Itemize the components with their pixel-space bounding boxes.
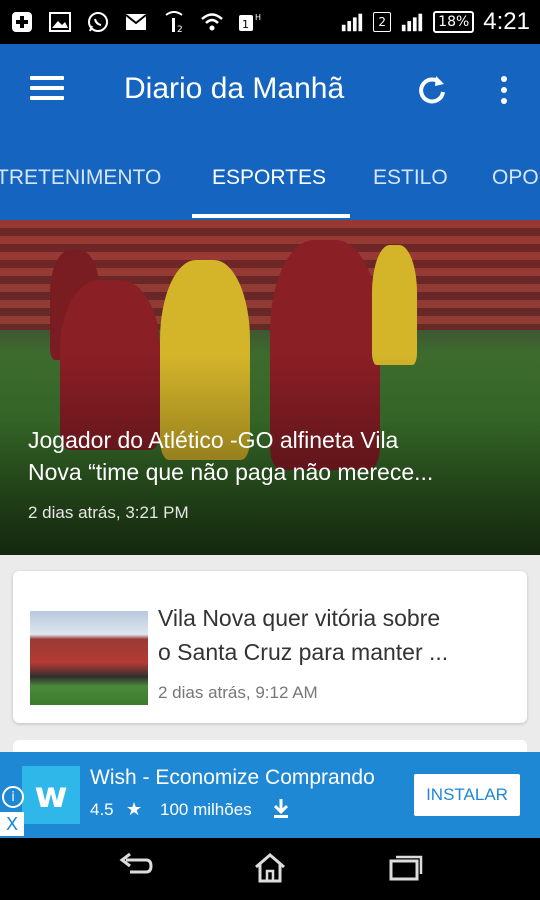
featured-article-title: Jogador do Atlético -GO alfineta Vila No… bbox=[28, 427, 434, 485]
signal-alt-icon: 2 bbox=[162, 11, 186, 33]
tab-opiniao[interactable]: OPO bbox=[492, 166, 539, 190]
add-notification-icon bbox=[10, 11, 34, 33]
featured-article-time: 2 dias atrás, 3:21 PM bbox=[28, 503, 189, 522]
tab-indicator bbox=[192, 214, 350, 218]
app-bar: Diario da Manhã bbox=[0, 44, 540, 140]
article-card[interactable]: Vila Nova quer vitória sobre o Santa Cru… bbox=[13, 571, 527, 723]
app-title: Diario da Manhã bbox=[124, 72, 345, 105]
ad-downloads: 100 milhões bbox=[160, 800, 252, 819]
tab-esportes[interactable]: ESPORTES bbox=[212, 166, 326, 190]
svg-text:1: 1 bbox=[242, 18, 249, 31]
refresh-icon[interactable] bbox=[414, 72, 450, 108]
wish-logo: w bbox=[22, 766, 80, 824]
mail-icon bbox=[124, 11, 148, 33]
ad-close-icon[interactable]: X bbox=[0, 812, 24, 836]
article-title: Vila Nova quer vitória sobre o Santa Cru… bbox=[158, 605, 449, 665]
recents-icon[interactable] bbox=[388, 852, 424, 886]
ad-rating: 4.5 bbox=[90, 800, 114, 819]
clock: 4:21 bbox=[483, 8, 530, 35]
sim2-icon: 2 bbox=[373, 12, 392, 32]
category-tabs: TRETENIMENTO ESPORTES ESTILO OPO bbox=[0, 140, 540, 220]
ad-title: Wish - Economize Comprando bbox=[90, 766, 375, 789]
article-time: 2 dias atrás, 9:12 AM bbox=[158, 683, 318, 702]
wifi-icon bbox=[200, 11, 224, 33]
sim1-icon: 1H bbox=[238, 11, 262, 33]
home-icon[interactable] bbox=[252, 852, 288, 886]
download-icon bbox=[272, 798, 290, 823]
svg-text:2: 2 bbox=[177, 25, 183, 33]
signal-icon bbox=[340, 11, 364, 33]
featured-article[interactable]: Jogador do Atlético -GO alfineta Vila No… bbox=[0, 220, 540, 555]
menu-icon[interactable] bbox=[30, 76, 64, 104]
article-thumbnail bbox=[30, 611, 148, 705]
whatsapp-icon bbox=[86, 11, 110, 33]
system-nav-bar bbox=[0, 838, 540, 900]
tab-entretenimento[interactable]: TRETENIMENTO bbox=[0, 166, 161, 190]
ad-banner[interactable]: w Wish - Economize Comprando 4.5 ★ 100 m… bbox=[0, 752, 540, 838]
back-icon[interactable] bbox=[118, 852, 154, 886]
svg-text:H: H bbox=[255, 13, 261, 22]
star-icon: ★ bbox=[126, 799, 143, 820]
image-icon bbox=[48, 11, 72, 33]
tab-estilo[interactable]: ESTILO bbox=[373, 166, 448, 190]
more-options-icon[interactable] bbox=[494, 72, 514, 108]
status-bar: 2 1H 2 18% 4:21 bbox=[0, 0, 540, 44]
ad-info-icon[interactable]: i bbox=[2, 786, 24, 808]
signal2-icon bbox=[400, 11, 424, 33]
install-button[interactable]: INSTALAR bbox=[414, 774, 520, 816]
battery-indicator: 18% bbox=[433, 11, 475, 33]
